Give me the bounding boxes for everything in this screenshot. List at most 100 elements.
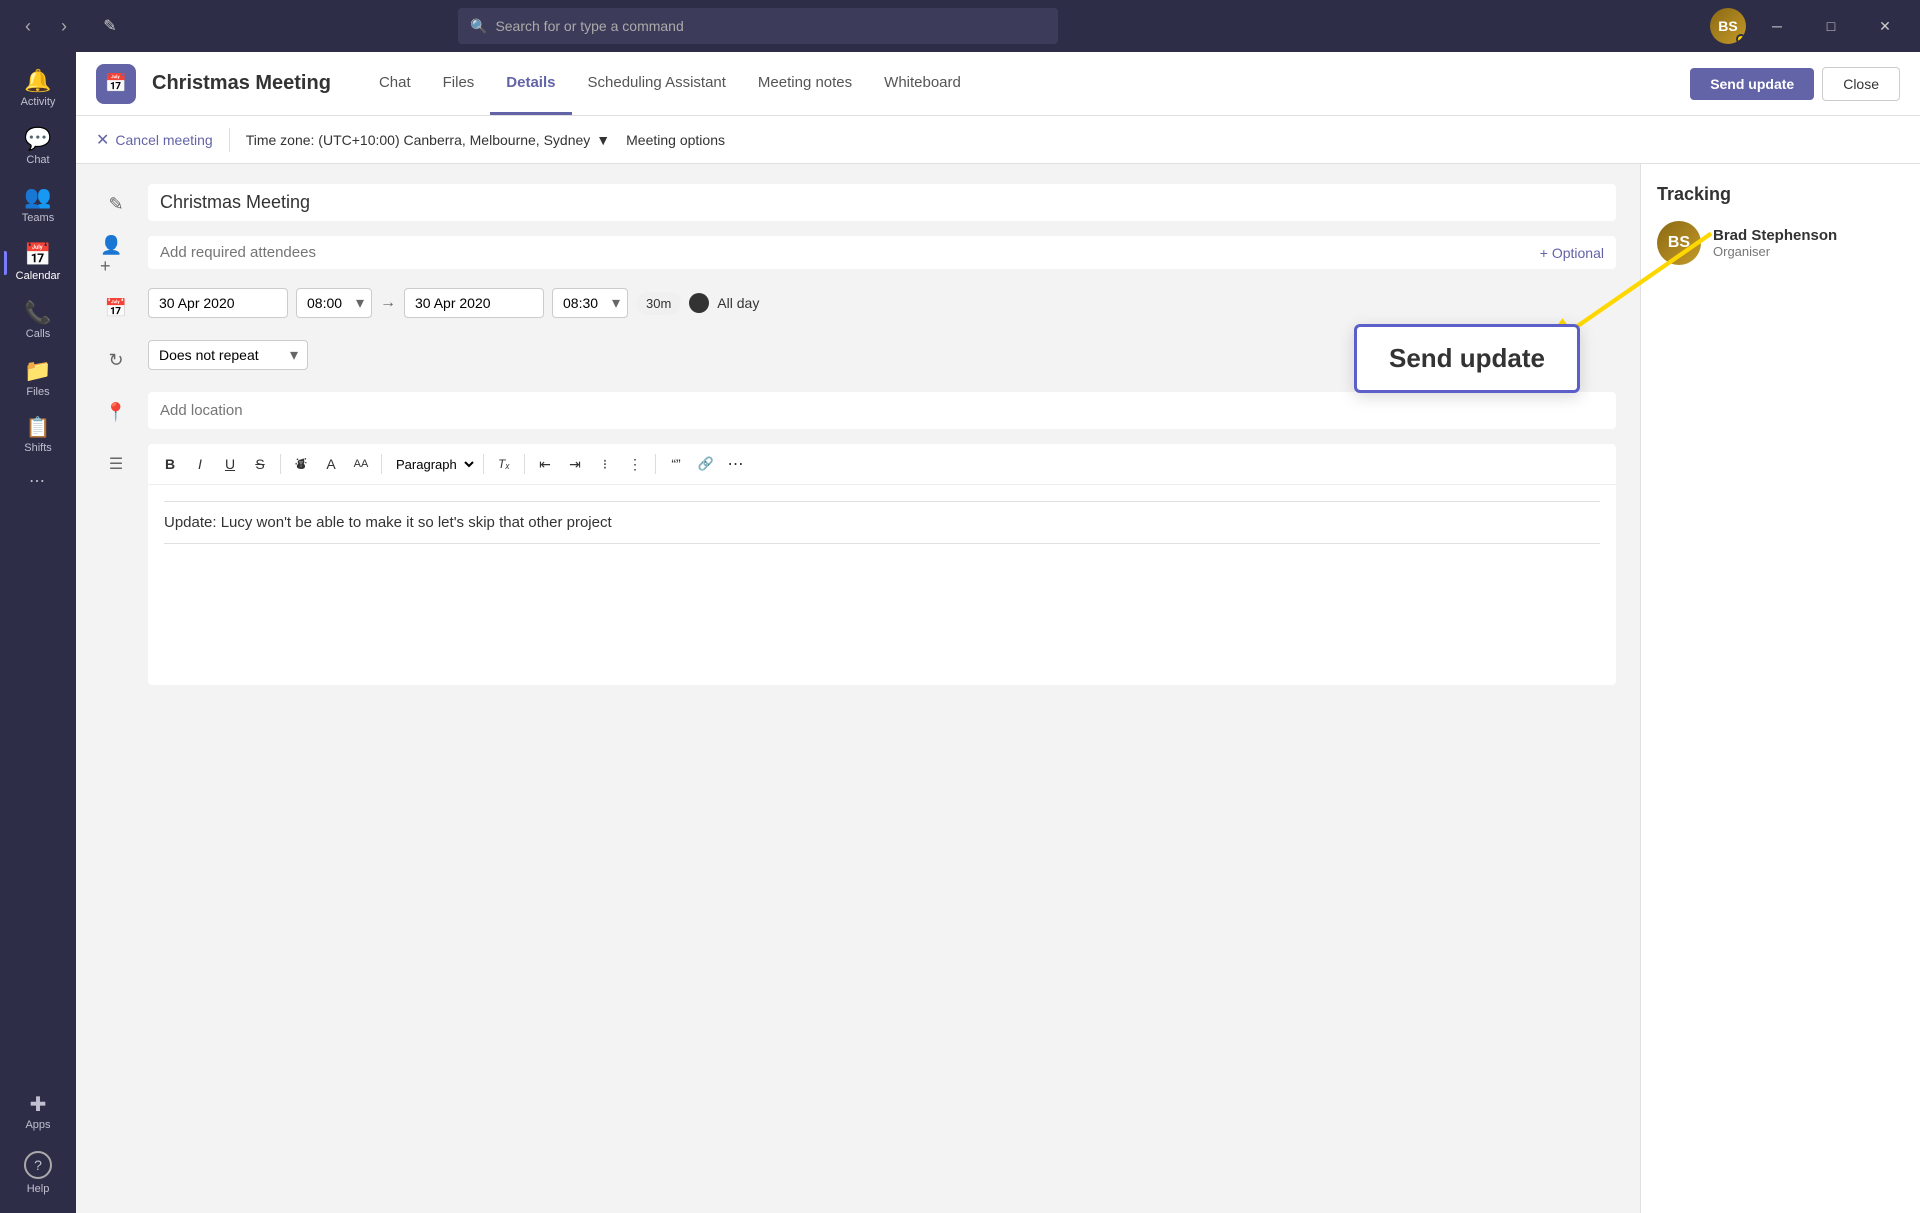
minimize-button[interactable]: ─ bbox=[1754, 8, 1800, 44]
meeting-header-actions: Send update Close bbox=[1690, 67, 1900, 101]
location-icon: 📍 bbox=[100, 392, 132, 432]
meeting-toolbar: ✕ Cancel meeting Time zone: (UTC+10:00) … bbox=[76, 116, 1920, 164]
status-dot bbox=[1736, 34, 1746, 44]
numbering-button[interactable]: ⋮ bbox=[621, 450, 649, 478]
italic-button[interactable]: I bbox=[186, 450, 214, 478]
tab-details[interactable]: Details bbox=[490, 52, 571, 115]
chat-icon: 💬 bbox=[24, 128, 51, 150]
tab-meeting-notes[interactable]: Meeting notes bbox=[742, 52, 868, 115]
end-time-wrapper: 08:30 09:00 09:30 bbox=[552, 288, 628, 318]
tab-whiteboard[interactable]: Whiteboard bbox=[868, 52, 977, 115]
start-time-wrapper: 08:00 08:30 09:00 bbox=[296, 288, 372, 318]
title-bar-actions: BS ─ □ ✕ bbox=[1710, 8, 1908, 44]
cancel-x-icon: ✕ bbox=[96, 130, 109, 150]
compose-button[interactable]: ✎ bbox=[92, 8, 128, 44]
font-color-button[interactable]: A bbox=[317, 450, 345, 478]
strikethrough-button[interactable]: S bbox=[246, 450, 274, 478]
meeting-icon: 📅 bbox=[96, 64, 136, 104]
sidebar-label-shifts: Shifts bbox=[24, 442, 52, 454]
meeting-title: Christmas Meeting bbox=[152, 72, 331, 95]
timezone-selector[interactable]: Time zone: (UTC+10:00) Canberra, Melbour… bbox=[246, 132, 610, 148]
files-icon: 📁 bbox=[24, 360, 51, 382]
tracking-title: Tracking bbox=[1657, 184, 1904, 205]
start-time-select[interactable]: 08:00 08:30 09:00 bbox=[296, 288, 372, 318]
datetime-content: 08:00 08:30 09:00 → 08:30 09:00 bbox=[148, 288, 1616, 318]
attendees-row: 👤+ + Optional bbox=[100, 236, 1616, 276]
outdent-button[interactable]: ⇤ bbox=[531, 450, 559, 478]
tab-scheduling[interactable]: Scheduling Assistant bbox=[572, 52, 742, 115]
toolbar-divider-1 bbox=[229, 128, 230, 152]
sidebar-item-apps[interactable]: ✚ Apps bbox=[4, 1085, 72, 1141]
form-area: ✎ 👤+ + Optional bbox=[76, 164, 1640, 1213]
sidebar-item-calls[interactable]: 📞 Calls bbox=[4, 292, 72, 350]
start-date-input[interactable] bbox=[148, 288, 288, 318]
sidebar-item-more[interactable]: ⋯ bbox=[4, 464, 72, 500]
chevron-down-icon: ▼ bbox=[596, 132, 610, 148]
send-update-popup[interactable]: Send update bbox=[1354, 324, 1580, 393]
indent-button[interactable]: ⇥ bbox=[561, 450, 589, 478]
toolbar-sep-1 bbox=[280, 454, 281, 474]
toolbar-sep-5 bbox=[655, 454, 656, 474]
search-input[interactable] bbox=[495, 18, 1046, 34]
close-window-button[interactable]: ✕ bbox=[1862, 8, 1908, 44]
toolbar-sep-4 bbox=[524, 454, 525, 474]
editor-icon: ☰ bbox=[100, 444, 132, 484]
maximize-button[interactable]: □ bbox=[1808, 8, 1854, 44]
end-time-select[interactable]: 08:30 09:00 09:30 bbox=[552, 288, 628, 318]
calendar-icon: 📅 bbox=[24, 244, 51, 266]
toolbar-sep-2 bbox=[381, 454, 382, 474]
meeting-title-input[interactable] bbox=[148, 184, 1616, 221]
editor-divider-bottom bbox=[164, 543, 1600, 544]
editor-content-area[interactable]: Update: Lucy won't be able to make it so… bbox=[148, 485, 1616, 685]
clear-format-button[interactable]: Tₓ bbox=[490, 450, 518, 478]
activity-icon: 🔔 bbox=[24, 70, 51, 92]
font-size-button[interactable]: AA bbox=[347, 450, 375, 478]
search-icon: 🔍 bbox=[470, 18, 487, 35]
sidebar-label-chat: Chat bbox=[26, 154, 49, 166]
datetime-row: 📅 08:00 08:30 09:00 → bbox=[100, 288, 1616, 328]
sidebar-item-calendar[interactable]: 📅 Calendar bbox=[4, 234, 72, 292]
attendees-input[interactable] bbox=[160, 244, 1532, 261]
date-time-row: 08:00 08:30 09:00 → 08:30 09:00 bbox=[148, 288, 1616, 318]
sidebar-item-activity[interactable]: 🔔 Activity bbox=[4, 60, 72, 118]
cancel-meeting-label: Cancel meeting bbox=[115, 132, 212, 148]
main-body: ✎ 👤+ + Optional bbox=[76, 164, 1920, 1213]
datetime-icon: 📅 bbox=[100, 288, 132, 328]
send-update-header-button[interactable]: Send update bbox=[1690, 68, 1814, 100]
sidebar-item-teams[interactable]: 👥 Teams bbox=[4, 176, 72, 234]
underline-button[interactable]: U bbox=[216, 450, 244, 478]
cancel-meeting-button[interactable]: ✕ Cancel meeting bbox=[96, 130, 213, 150]
end-date-input[interactable] bbox=[404, 288, 544, 318]
apps-icon: ✚ bbox=[30, 1095, 47, 1115]
location-input[interactable] bbox=[148, 392, 1616, 429]
title-bar: ‹ › ✎ 🔍 BS ─ □ ✕ bbox=[0, 0, 1920, 52]
sidebar-label-apps: Apps bbox=[25, 1119, 50, 1131]
repeat-select[interactable]: Does not repeat Daily Weekly Monthly bbox=[148, 340, 308, 370]
bullets-button[interactable]: ⁝ bbox=[591, 450, 619, 478]
sidebar-item-chat[interactable]: 💬 Chat bbox=[4, 118, 72, 176]
paragraph-select[interactable]: Paragraph Heading 1 Heading 2 bbox=[388, 454, 477, 475]
allday-toggle[interactable] bbox=[689, 293, 709, 313]
close-meeting-button[interactable]: Close bbox=[1822, 67, 1900, 101]
quote-button[interactable]: “” bbox=[662, 450, 690, 478]
highlight-button[interactable]: ⛇ bbox=[287, 450, 315, 478]
edit-icon: ✎ bbox=[100, 184, 132, 224]
tab-chat[interactable]: Chat bbox=[363, 52, 427, 115]
avatar[interactable]: BS bbox=[1710, 8, 1746, 44]
search-bar[interactable]: 🔍 bbox=[458, 8, 1058, 44]
location-content bbox=[148, 392, 1616, 429]
forward-button[interactable]: › bbox=[48, 10, 80, 42]
sidebar-item-shifts[interactable]: 📋 Shifts bbox=[4, 408, 72, 464]
repeat-icon: ↻ bbox=[100, 340, 132, 380]
tab-files[interactable]: Files bbox=[427, 52, 491, 115]
more-options-button[interactable]: ⋯ bbox=[722, 450, 750, 478]
meeting-header: 📅 Christmas Meeting Chat Files Details S… bbox=[76, 52, 1920, 116]
sidebar-item-help[interactable]: ? Help bbox=[4, 1141, 72, 1205]
sidebar-label-help: Help bbox=[27, 1183, 50, 1195]
bold-button[interactable]: B bbox=[156, 450, 184, 478]
meeting-options-button[interactable]: Meeting options bbox=[626, 132, 725, 148]
editor-toolbar: B I U S ⛇ A AA Paragraph bbox=[148, 444, 1616, 485]
back-button[interactable]: ‹ bbox=[12, 10, 44, 42]
sidebar-item-files[interactable]: 📁 Files bbox=[4, 350, 72, 408]
link-button[interactable]: 🔗 bbox=[692, 450, 720, 478]
